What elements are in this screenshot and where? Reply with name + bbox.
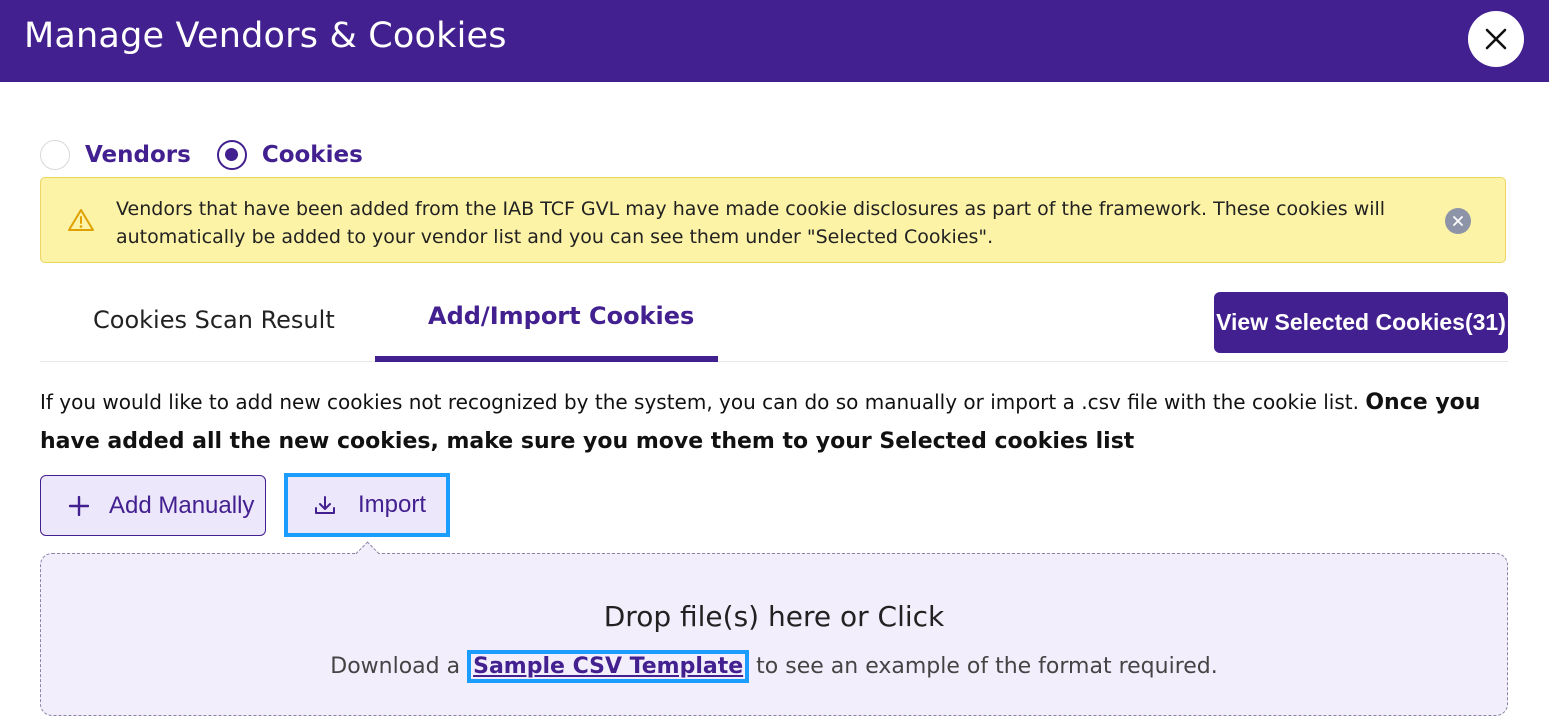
dropzone-title: Drop file(s) here or Click: [603, 600, 945, 633]
radio-cookies-label: Cookies: [261, 142, 363, 168]
description-text: If you would like to add new cookies not…: [40, 383, 1510, 461]
radio-circle[interactable]: [216, 140, 247, 170]
radio-cookies[interactable]: Cookies: [216, 140, 363, 170]
dropzone-pointer: [355, 541, 380, 566]
close-icon: [1485, 28, 1507, 50]
modal-title: Manage Vendors & Cookies: [24, 16, 507, 56]
tab-add-import-cookies[interactable]: Add/Import Cookies: [428, 302, 694, 330]
close-icon: [1453, 216, 1463, 226]
active-tab-indicator: [375, 356, 718, 362]
import-button[interactable]: Import: [284, 473, 450, 537]
tab-cookies-scan-result[interactable]: Cookies Scan Result: [93, 306, 335, 334]
add-manually-button[interactable]: Add Manually: [40, 475, 266, 536]
file-dropzone[interactable]: Drop file(s) here or Click Download a Sa…: [40, 541, 1508, 716]
description-normal: If you would like to add new cookies not…: [40, 390, 1359, 414]
download-icon: [315, 496, 335, 514]
dropzone-suffix: to see an example of the format required…: [756, 654, 1218, 679]
modal-header: Manage Vendors & Cookies: [0, 0, 1549, 82]
radio-vendors[interactable]: Vendors: [40, 140, 191, 170]
alert-close-button[interactable]: [1445, 208, 1471, 234]
tabs-divider: [40, 361, 1508, 362]
alert-text: Vendors that have been added from the IA…: [116, 198, 1386, 248]
view-selected-cookies-button[interactable]: View Selected Cookies(31): [1214, 292, 1508, 353]
add-manually-label: Add Manually: [109, 491, 255, 519]
sample-csv-template-link[interactable]: Sample CSV Template: [467, 650, 750, 683]
radio-vendors-label: Vendors: [85, 142, 191, 168]
import-label: Import: [358, 491, 427, 518]
dropzone-prefix: Download a: [330, 654, 461, 679]
plus-icon: [69, 495, 89, 516]
close-button[interactable]: [1468, 11, 1524, 67]
radio-circle[interactable]: [40, 140, 70, 170]
type-radio-group: Vendors Cookies: [40, 140, 389, 170]
dropzone-subtitle: Download a Sample CSV Template to see an…: [41, 650, 1507, 683]
info-alert: Vendors that have been added from the IA…: [40, 177, 1506, 263]
warning-icon: [67, 208, 95, 236]
